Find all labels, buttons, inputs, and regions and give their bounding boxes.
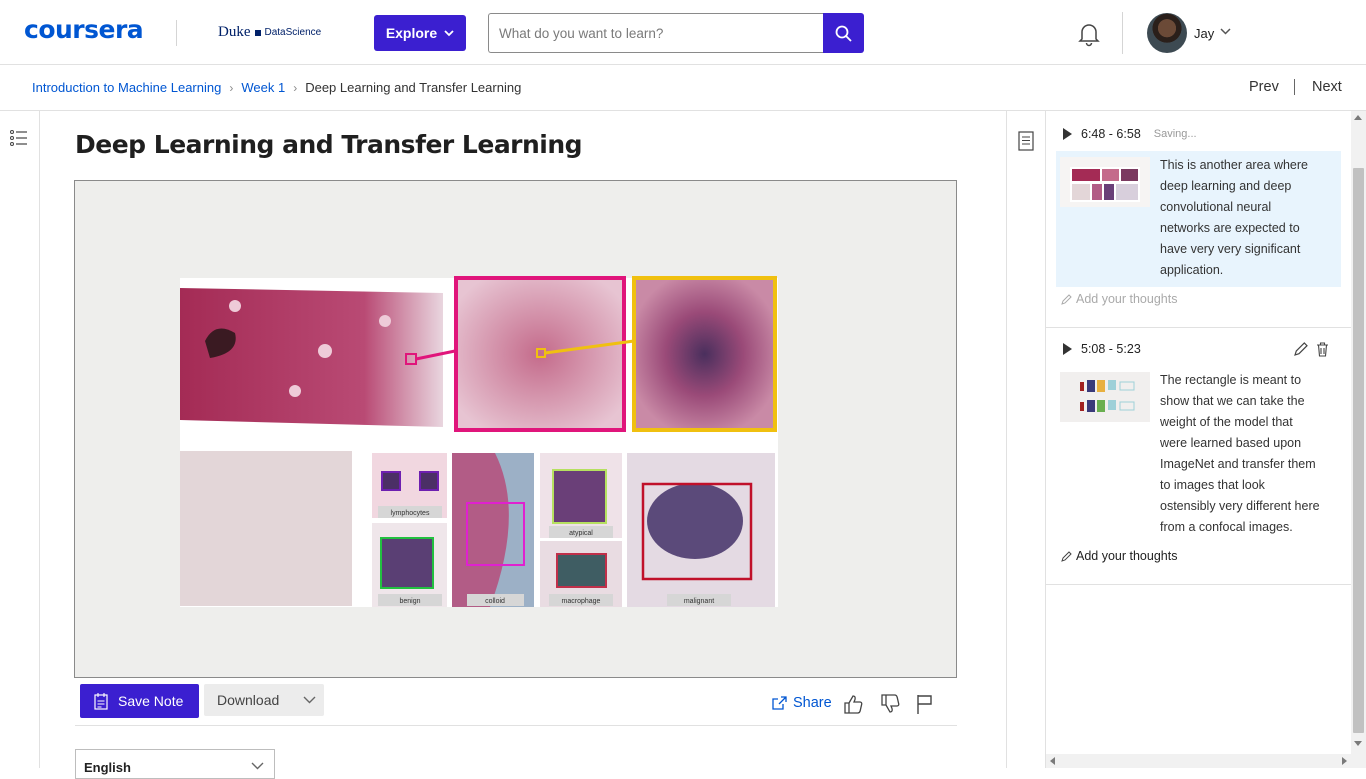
slide-image: lymphocytes benign colloid atypical macr… (180, 276, 778, 607)
download-label: Download (217, 692, 280, 708)
note-header: 5:08 - 5:23 (1056, 332, 1341, 366)
scroll-up-icon[interactable] (1354, 115, 1362, 120)
partner-logo[interactable]: Duke DataScience (218, 24, 321, 41)
notes-scrollbar[interactable] (1351, 111, 1366, 768)
pager-divider (1294, 79, 1295, 95)
prev-link[interactable]: Prev (1249, 79, 1279, 95)
transcript-language-select[interactable]: English (75, 749, 275, 779)
chevron-down-icon (444, 29, 454, 36)
search-input[interactable] (488, 13, 824, 53)
play-icon[interactable] (1063, 128, 1072, 140)
breadcrumb-current: Deep Learning and Transfer Learning (305, 80, 522, 95)
breadcrumb-course[interactable]: Introduction to Machine Learning (32, 80, 221, 95)
slide-label-atypical: atypical (569, 530, 593, 537)
note-text: The rectangle is meant to show that we c… (1160, 373, 1320, 534)
thumbs-up-icon[interactable] (843, 694, 863, 714)
search-icon (835, 25, 852, 42)
chevron-down-icon[interactable] (1220, 28, 1231, 35)
chevron-down-icon (303, 696, 316, 704)
note-icon (94, 692, 108, 710)
breadcrumb: Introduction to Machine Learning › Week … (32, 80, 521, 95)
share-icon (772, 696, 787, 710)
slide-label-colloid: colloid (485, 598, 505, 605)
partner-sub: DataScience (264, 27, 322, 38)
chevron-right-icon: › (293, 80, 298, 95)
add-thoughts-button[interactable]: Add your thoughts (1056, 544, 1341, 568)
slide-label-benign: benign (399, 598, 420, 605)
slide-label-malignant: malignant (684, 598, 714, 605)
thumbnail-image (1070, 167, 1140, 202)
search-button[interactable] (823, 13, 864, 53)
breadcrumb-week[interactable]: Week 1 (241, 80, 285, 95)
share-label: Share (793, 695, 832, 711)
flag-icon[interactable] (916, 694, 934, 714)
note-item: 6:48 - 6:58 Saving... This is another ar… (1046, 117, 1351, 328)
chevron-right-icon: › (229, 80, 234, 95)
note-thumbnail[interactable] (1060, 157, 1150, 207)
save-note-label: Save Note (118, 693, 184, 709)
note-header: 6:48 - 6:58 Saving... (1056, 117, 1341, 151)
note-thumbnail[interactable] (1060, 372, 1150, 422)
notes-icon[interactable] (1018, 131, 1034, 151)
video-player[interactable]: lymphocytes benign colloid atypical macr… (74, 180, 957, 678)
share-button[interactable]: Share (772, 695, 832, 711)
explore-label: Explore (385, 25, 438, 41)
explore-button[interactable]: Explore (374, 15, 466, 51)
note-actions (1294, 342, 1329, 357)
pencil-icon (1061, 293, 1072, 305)
thumbs-down-icon[interactable] (880, 694, 900, 714)
toc-icon[interactable] (10, 130, 28, 146)
scroll-thumb[interactable] (1353, 168, 1364, 733)
chevron-down-icon (251, 762, 264, 770)
lesson-toolbar: Save Note Download Share (75, 680, 957, 726)
add-thoughts-button[interactable]: Add your thoughts (1056, 287, 1341, 311)
scroll-down-icon[interactable] (1354, 741, 1362, 746)
play-icon[interactable] (1063, 343, 1072, 355)
scroll-right-icon[interactable] (1342, 757, 1347, 765)
partner-mark (254, 29, 261, 36)
notes-rail (1006, 111, 1046, 768)
save-note-button[interactable]: Save Note (80, 684, 199, 718)
notes-panel: 6:48 - 6:58 Saving... This is another ar… (1046, 111, 1351, 756)
scroll-left-icon[interactable] (1050, 757, 1055, 765)
note-status: Saving... (1153, 128, 1197, 140)
pencil-icon[interactable] (1294, 342, 1308, 356)
add-thoughts-label: Add your thoughts (1076, 549, 1178, 563)
breadcrumb-bar: Introduction to Machine Learning › Week … (0, 65, 1366, 111)
pencil-icon (1061, 550, 1072, 562)
note-body[interactable]: This is another area where deep learning… (1056, 151, 1341, 287)
bell-icon[interactable] (1076, 21, 1102, 47)
thumbnail-image (1060, 372, 1150, 422)
note-text: This is another area where deep learning… (1160, 158, 1308, 277)
user-name[interactable]: Jay (1194, 26, 1214, 41)
download-button[interactable]: Download (204, 684, 324, 716)
page-title: Deep Learning and Transfer Learning (75, 130, 583, 159)
logo-divider (176, 20, 177, 46)
note-body[interactable]: The rectangle is meant to show that we c… (1056, 366, 1341, 544)
note-item: 5:08 - 5:23 The rectangle is meant to sh… (1046, 332, 1351, 585)
slide-label-macrophage: macrophage (562, 598, 601, 605)
note-time[interactable]: 5:08 - 5:23 (1081, 342, 1141, 356)
add-thoughts-label: Add your thoughts (1076, 292, 1178, 306)
partner-name: Duke (218, 24, 251, 40)
left-rail (0, 111, 40, 768)
slide-label-lymphocytes: lymphocytes (391, 510, 430, 517)
notes-horizontal-scrollbar[interactable] (1046, 754, 1351, 768)
coursera-logo[interactable]: coursera (24, 15, 144, 44)
note-time[interactable]: 6:48 - 6:58 (1081, 127, 1141, 141)
top-header: coursera Duke DataScience Explore Jay (0, 0, 1366, 65)
trash-icon[interactable] (1316, 342, 1329, 357)
user-divider (1122, 12, 1123, 54)
next-link[interactable]: Next (1312, 79, 1342, 95)
avatar[interactable] (1147, 13, 1187, 53)
